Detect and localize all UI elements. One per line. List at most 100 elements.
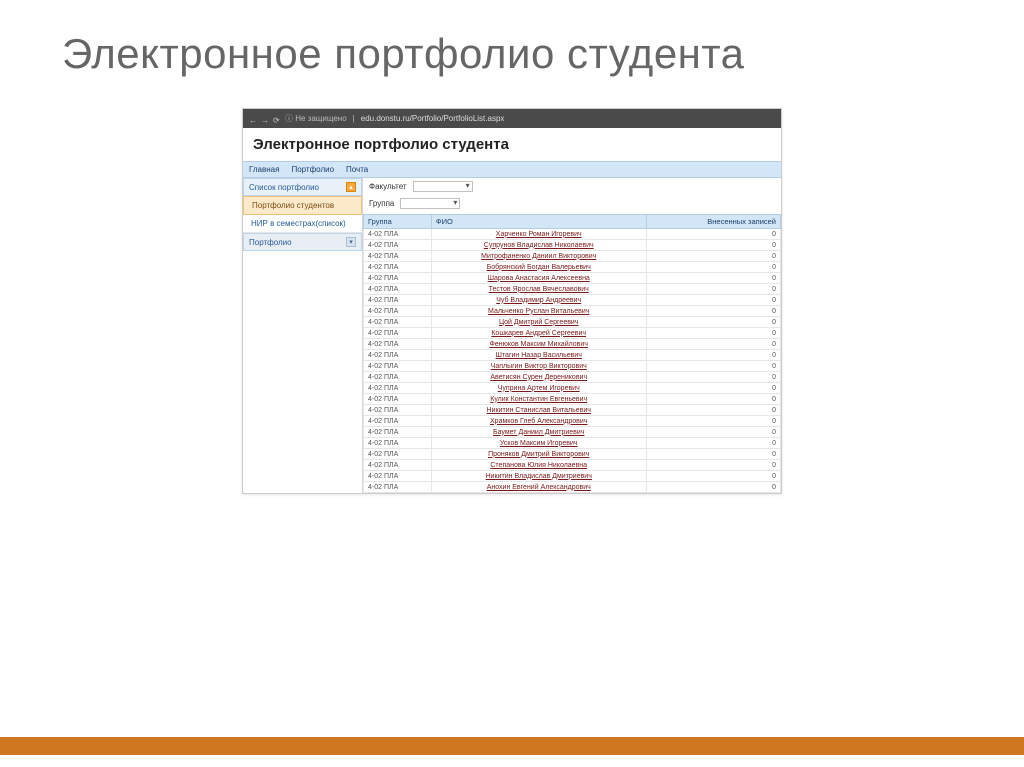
col-count[interactable]: Внесенных записей bbox=[646, 215, 780, 229]
sidebar-section-label: Список портфолио bbox=[249, 183, 319, 192]
sidebar: Список портфолио ▴ Портфолио студентовНИ… bbox=[243, 178, 363, 493]
sidebar-item[interactable]: НИР в семестрах(список) bbox=[243, 215, 362, 233]
cell-count: 0 bbox=[646, 460, 780, 471]
table-row: 4-02 ПЛАБобрянский Богдан Валерьевич0 bbox=[364, 262, 781, 273]
sidebar-section-list[interactable]: Список портфолио ▴ bbox=[243, 178, 362, 196]
cell-group: 4-02 ПЛА bbox=[364, 262, 432, 273]
cell-count: 0 bbox=[646, 339, 780, 350]
cell-count: 0 bbox=[646, 438, 780, 449]
student-link[interactable]: Чаплыгин Виктор Викторович bbox=[491, 363, 587, 370]
menu-item[interactable]: Портфолио bbox=[291, 165, 334, 174]
cell-count: 0 bbox=[646, 317, 780, 328]
student-link[interactable]: Штагин Назар Васильевич bbox=[496, 352, 582, 359]
cell-name: Харченко Роман Игоревич bbox=[431, 229, 646, 240]
faculty-label: Факультет bbox=[369, 182, 407, 191]
col-group[interactable]: Группа bbox=[364, 215, 432, 229]
collapse-icon[interactable]: ▴ bbox=[346, 182, 356, 192]
student-link[interactable]: Кулик Константин Евгеньевич bbox=[490, 396, 587, 403]
cell-group: 4-02 ПЛА bbox=[364, 339, 432, 350]
cell-count: 0 bbox=[646, 306, 780, 317]
expand-icon[interactable]: ▾ bbox=[346, 237, 356, 247]
cell-group: 4-02 ПЛА bbox=[364, 405, 432, 416]
cell-count: 0 bbox=[646, 251, 780, 262]
cell-count: 0 bbox=[646, 405, 780, 416]
footer-stripe bbox=[0, 737, 1024, 767]
student-link[interactable]: Аветисян Сурен Дереникович bbox=[490, 374, 587, 381]
page-heading: Электронное портфолио студента bbox=[243, 128, 781, 161]
student-link[interactable]: Супрунов Владислав Николаевич bbox=[484, 242, 594, 249]
table-row: 4-02 ПЛАХарченко Роман Игоревич0 bbox=[364, 229, 781, 240]
cell-count: 0 bbox=[646, 273, 780, 284]
forward-icon[interactable]: → bbox=[261, 116, 267, 122]
table-row: 4-02 ПЛАНикитин Владислав Дмитриевич0 bbox=[364, 471, 781, 482]
cell-group: 4-02 ПЛА bbox=[364, 284, 432, 295]
student-link[interactable]: Митрофаненко Даниил Викторович bbox=[481, 253, 596, 260]
student-link[interactable]: Храмков Глеб Александрович bbox=[490, 418, 587, 425]
sidebar-section-portfolio[interactable]: Портфолио ▾ bbox=[243, 233, 362, 251]
table-row: 4-02 ПЛАСупрунов Владислав Николаевич0 bbox=[364, 240, 781, 251]
cell-name: Никитин Владислав Дмитриевич bbox=[431, 471, 646, 482]
student-link[interactable]: Баумет Даниил Дмитриевич bbox=[493, 429, 584, 436]
cell-name: Баумет Даниил Дмитриевич bbox=[431, 427, 646, 438]
cell-name: Кошкарев Андрей Сергеевич bbox=[431, 328, 646, 339]
cell-group: 4-02 ПЛА bbox=[364, 449, 432, 460]
group-select[interactable] bbox=[400, 198, 460, 209]
table-row: 4-02 ПЛАКулик Константин Евгеньевич0 bbox=[364, 394, 781, 405]
student-link[interactable]: Тестов Ярослав Вячеславович bbox=[489, 286, 589, 293]
table-row: 4-02 ПЛАСтепанова Юлия Николаевна0 bbox=[364, 460, 781, 471]
cell-group: 4-02 ПЛА bbox=[364, 361, 432, 372]
student-link[interactable]: Чуприна Артем Игоревич bbox=[498, 385, 580, 392]
sidebar-item[interactable]: Портфолио студентов bbox=[243, 196, 362, 215]
browser-toolbar: ← → ⟳ ⓘ Не защищено | edu.donstu.ru/Port… bbox=[243, 109, 781, 128]
table-row: 4-02 ПЛАТестов Ярослав Вячеславович0 bbox=[364, 284, 781, 295]
content-area: ← → ⟳ ⓘ Не защищено | edu.donstu.ru/Port… bbox=[0, 78, 1024, 494]
cell-count: 0 bbox=[646, 383, 780, 394]
col-name[interactable]: ФИО bbox=[431, 215, 646, 229]
student-link[interactable]: Шарова Анастасия Алексеевна bbox=[488, 275, 590, 282]
cell-group: 4-02 ПЛА bbox=[364, 317, 432, 328]
student-link[interactable]: Бобрянский Богдан Валерьевич bbox=[487, 264, 591, 271]
student-link[interactable]: Степанова Юлия Николаевна bbox=[490, 462, 587, 469]
reload-icon[interactable]: ⟳ bbox=[273, 116, 279, 122]
address-url[interactable]: edu.donstu.ru/Portfolio/PortfolioList.as… bbox=[361, 114, 505, 123]
student-link[interactable]: Чуб Владимир Андреевич bbox=[496, 297, 581, 304]
cell-name: Тестов Ярослав Вячеславович bbox=[431, 284, 646, 295]
student-link[interactable]: Кошкарев Андрей Сергеевич bbox=[491, 330, 586, 337]
cell-name: Митрофаненко Даниил Викторович bbox=[431, 251, 646, 262]
student-link[interactable]: Харченко Роман Игоревич bbox=[496, 231, 582, 238]
table-row: 4-02 ПЛААветисян Сурен Дереникович0 bbox=[364, 372, 781, 383]
cell-group: 4-02 ПЛА bbox=[364, 438, 432, 449]
cell-group: 4-02 ПЛА bbox=[364, 240, 432, 251]
student-link[interactable]: Фенюков Максим Михайлович bbox=[490, 341, 588, 348]
cell-group: 4-02 ПЛА bbox=[364, 394, 432, 405]
cell-group: 4-02 ПЛА bbox=[364, 427, 432, 438]
cell-name: Никитин Станислав Витальевич bbox=[431, 405, 646, 416]
student-link[interactable]: Усков Максим Игоревич bbox=[500, 440, 578, 447]
cell-count: 0 bbox=[646, 361, 780, 372]
table-row: 4-02 ПЛАХрамков Глеб Александрович0 bbox=[364, 416, 781, 427]
table-row: 4-02 ПЛАЧуб Владимир Андреевич0 bbox=[364, 295, 781, 306]
cell-group: 4-02 ПЛА bbox=[364, 229, 432, 240]
slide-title: Электронное портфолио студента bbox=[0, 0, 1024, 78]
cell-count: 0 bbox=[646, 449, 780, 460]
student-link[interactable]: Анохин Евгений Александрович bbox=[487, 484, 591, 491]
cell-count: 0 bbox=[646, 416, 780, 427]
student-link[interactable]: Никитин Владислав Дмитриевич bbox=[486, 473, 592, 480]
faculty-select[interactable] bbox=[413, 181, 473, 192]
group-label: Группа bbox=[369, 199, 394, 208]
student-link[interactable]: Никитин Станислав Витальевич bbox=[487, 407, 591, 414]
cell-group: 4-02 ПЛА bbox=[364, 372, 432, 383]
cell-name: Аветисян Сурен Дереникович bbox=[431, 372, 646, 383]
student-link[interactable]: Проняков Дмитрий Викторович bbox=[488, 451, 589, 458]
back-icon[interactable]: ← bbox=[249, 116, 255, 122]
cell-name: Цой Дмитрий Сергеевич bbox=[431, 317, 646, 328]
table-row: 4-02 ПЛАКошкарев Андрей Сергеевич0 bbox=[364, 328, 781, 339]
cell-group: 4-02 ПЛА bbox=[364, 306, 432, 317]
menu-item[interactable]: Почта bbox=[346, 165, 368, 174]
student-link[interactable]: Цой Дмитрий Сергеевич bbox=[499, 319, 579, 326]
filter-group: Группа bbox=[363, 195, 781, 212]
menu-item[interactable]: Главная bbox=[249, 165, 279, 174]
table-row: 4-02 ПЛАЧуприна Артем Игоревич0 bbox=[364, 383, 781, 394]
student-link[interactable]: Мальченко Руслан Витальевич bbox=[488, 308, 589, 315]
cell-group: 4-02 ПЛА bbox=[364, 295, 432, 306]
